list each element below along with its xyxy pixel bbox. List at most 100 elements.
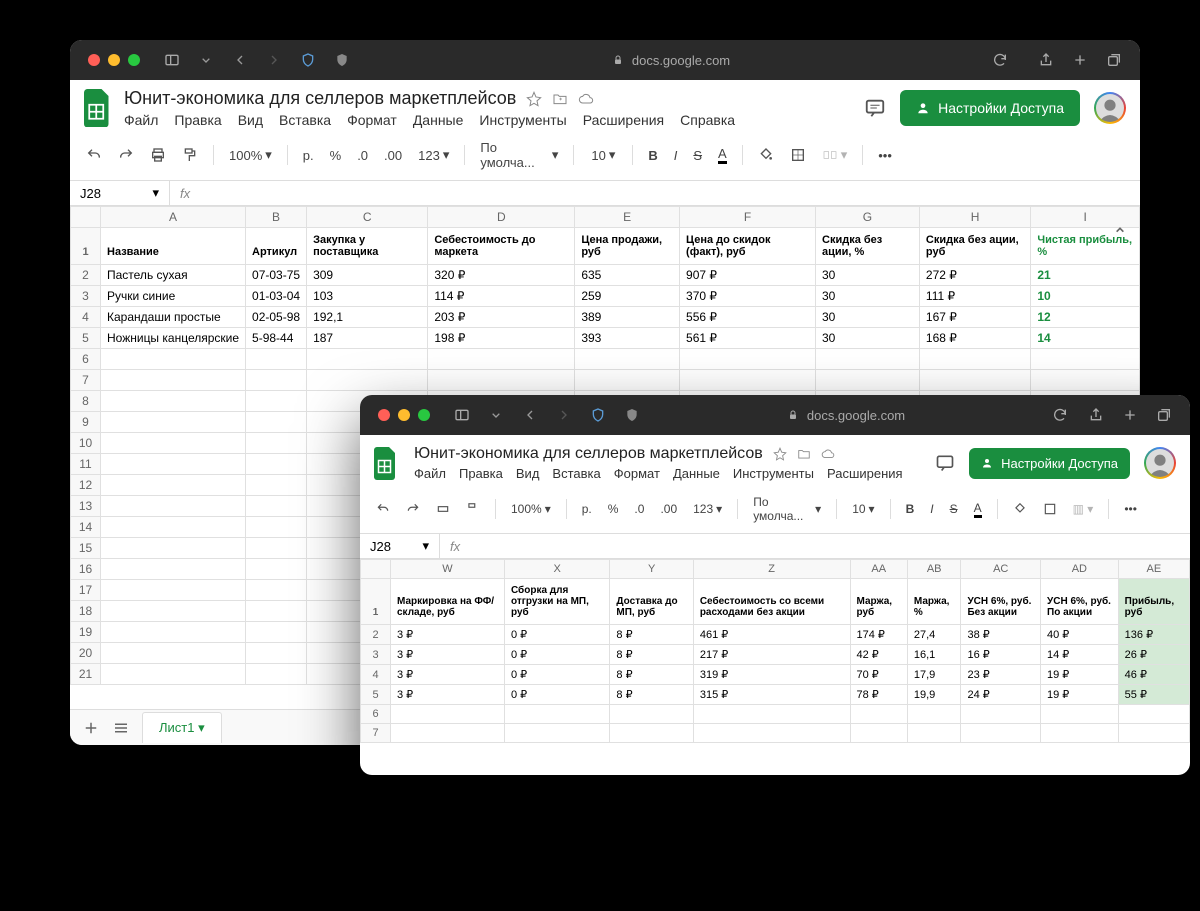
data-cell[interactable]: 02-05-98 xyxy=(246,307,307,328)
data-cell[interactable]: 24 ₽ xyxy=(961,685,1041,705)
header-cell[interactable]: Себестоимость со всеми расходами без акц… xyxy=(693,579,850,625)
data-cell[interactable]: 16 ₽ xyxy=(961,645,1041,665)
data-cell[interactable]: 5-98-44 xyxy=(246,328,307,349)
data-cell[interactable]: 07-03-75 xyxy=(246,265,307,286)
empty-cell[interactable] xyxy=(693,705,850,724)
header-cell[interactable]: Скидка без ации, % xyxy=(816,228,920,265)
data-cell[interactable]: 16,1 xyxy=(907,645,961,665)
privacy-icon[interactable] xyxy=(334,52,350,68)
header-cell[interactable]: Доставка до МП, руб xyxy=(610,579,693,625)
menu-item[interactable]: Файл xyxy=(414,466,446,481)
empty-cell[interactable] xyxy=(246,517,307,538)
more-button[interactable]: ••• xyxy=(872,144,898,167)
data-cell[interactable]: 14 xyxy=(1031,328,1140,349)
data-cell[interactable]: 3 ₽ xyxy=(391,685,505,705)
empty-cell[interactable] xyxy=(101,538,246,559)
data-cell[interactable]: 70 ₽ xyxy=(850,665,907,685)
bold-button[interactable]: B xyxy=(900,498,921,520)
increase-decimal-button[interactable]: .00 xyxy=(378,144,408,167)
data-cell[interactable]: 0 ₽ xyxy=(504,625,609,645)
empty-cell[interactable] xyxy=(1118,705,1189,724)
sheets-logo-icon[interactable] xyxy=(84,88,114,128)
data-cell[interactable]: 3 ₽ xyxy=(391,645,505,665)
empty-cell[interactable] xyxy=(246,496,307,517)
empty-cell[interactable] xyxy=(101,517,246,538)
empty-cell[interactable] xyxy=(1041,705,1119,724)
data-cell[interactable]: 30 xyxy=(816,307,920,328)
borders-button[interactable] xyxy=(784,143,812,167)
strike-button[interactable]: S xyxy=(687,144,708,167)
reload-icon[interactable] xyxy=(992,52,1008,68)
data-cell[interactable]: 192,1 xyxy=(307,307,428,328)
merge-button[interactable]: ▥ ▾ xyxy=(1067,498,1100,520)
cell-reference[interactable]: J28▾ xyxy=(70,181,170,205)
data-cell[interactable]: 309 xyxy=(307,265,428,286)
empty-cell[interactable] xyxy=(101,643,246,664)
font-size-select[interactable]: 10 ▾ xyxy=(846,498,880,520)
empty-cell[interactable] xyxy=(391,705,505,724)
menu-item[interactable]: Расширения xyxy=(827,466,903,481)
menu-item[interactable]: Правка xyxy=(459,466,503,481)
avatar[interactable] xyxy=(1144,447,1176,479)
empty-cell[interactable] xyxy=(246,349,307,370)
new-tab-icon[interactable] xyxy=(1122,407,1138,423)
data-cell[interactable]: 8 ₽ xyxy=(610,645,693,665)
empty-cell[interactable] xyxy=(101,664,246,685)
header-cell[interactable]: Себестоимость до маркета xyxy=(428,228,575,265)
data-cell[interactable]: 38 ₽ xyxy=(961,625,1041,645)
data-cell[interactable]: 0 ₽ xyxy=(504,665,609,685)
empty-cell[interactable] xyxy=(391,724,505,743)
empty-cell[interactable] xyxy=(961,705,1041,724)
empty-cell[interactable] xyxy=(101,370,246,391)
data-cell[interactable]: 319 ₽ xyxy=(693,665,850,685)
collapse-icon[interactable] xyxy=(1110,220,1130,240)
empty-cell[interactable] xyxy=(246,601,307,622)
document-title[interactable]: Юнит-экономика для селлеров маркетплейсо… xyxy=(124,88,516,109)
address-bar[interactable]: docs.google.com xyxy=(350,53,992,68)
data-cell[interactable]: 320 ₽ xyxy=(428,265,575,286)
empty-cell[interactable] xyxy=(101,475,246,496)
data-cell[interactable]: 167 ₽ xyxy=(919,307,1030,328)
col-header[interactable]: AD xyxy=(1041,560,1119,579)
data-cell[interactable]: 26 ₽ xyxy=(1118,645,1189,665)
data-cell[interactable]: 217 ₽ xyxy=(693,645,850,665)
col-header[interactable]: W xyxy=(391,560,505,579)
header-cell[interactable]: Сборка для отгрузки на МП, руб xyxy=(504,579,609,625)
empty-cell[interactable] xyxy=(246,664,307,685)
empty-cell[interactable] xyxy=(246,622,307,643)
empty-cell[interactable] xyxy=(246,370,307,391)
empty-cell[interactable] xyxy=(246,580,307,601)
sidebar-icon[interactable] xyxy=(164,52,180,68)
col-header[interactable]: X xyxy=(504,560,609,579)
data-cell[interactable]: 370 ₽ xyxy=(680,286,816,307)
col-header[interactable]: B xyxy=(246,207,307,228)
decrease-decimal-button[interactable]: .0 xyxy=(351,144,374,167)
col-header[interactable]: C xyxy=(307,207,428,228)
data-cell[interactable]: 30 xyxy=(816,328,920,349)
empty-cell[interactable] xyxy=(428,370,575,391)
add-sheet-icon[interactable] xyxy=(82,719,100,737)
col-header[interactable]: H xyxy=(919,207,1030,228)
data-cell[interactable]: 8 ₽ xyxy=(610,685,693,705)
empty-cell[interactable] xyxy=(850,705,907,724)
header-cell[interactable]: Скидка без ации, руб xyxy=(919,228,1030,265)
star-icon[interactable] xyxy=(773,447,787,461)
data-cell[interactable]: 635 xyxy=(575,265,680,286)
sheet-tab[interactable]: Лист1 ▾ xyxy=(142,712,222,743)
currency-button[interactable]: р. xyxy=(297,144,320,167)
share-button[interactable]: Настройки Доступа xyxy=(900,90,1080,126)
document-title[interactable]: Юнит-экономика для селлеров маркетплейсо… xyxy=(414,445,763,463)
data-cell[interactable]: Ножницы канцелярские xyxy=(101,328,246,349)
decrease-decimal-button[interactable]: .0 xyxy=(628,498,650,520)
data-cell[interactable]: 3 ₽ xyxy=(391,625,505,645)
paint-format-icon[interactable] xyxy=(460,498,486,520)
shield-icon[interactable] xyxy=(590,407,606,423)
empty-cell[interactable] xyxy=(101,580,246,601)
data-cell[interactable]: 0 ₽ xyxy=(504,685,609,705)
data-cell[interactable]: 8 ₽ xyxy=(610,665,693,685)
col-header[interactable]: AA xyxy=(850,560,907,579)
chevron-down-icon[interactable] xyxy=(488,407,504,423)
data-cell[interactable]: Ручки синие xyxy=(101,286,246,307)
data-cell[interactable]: 259 xyxy=(575,286,680,307)
header-cell[interactable]: УСН 6%, руб. Без акции xyxy=(961,579,1041,625)
